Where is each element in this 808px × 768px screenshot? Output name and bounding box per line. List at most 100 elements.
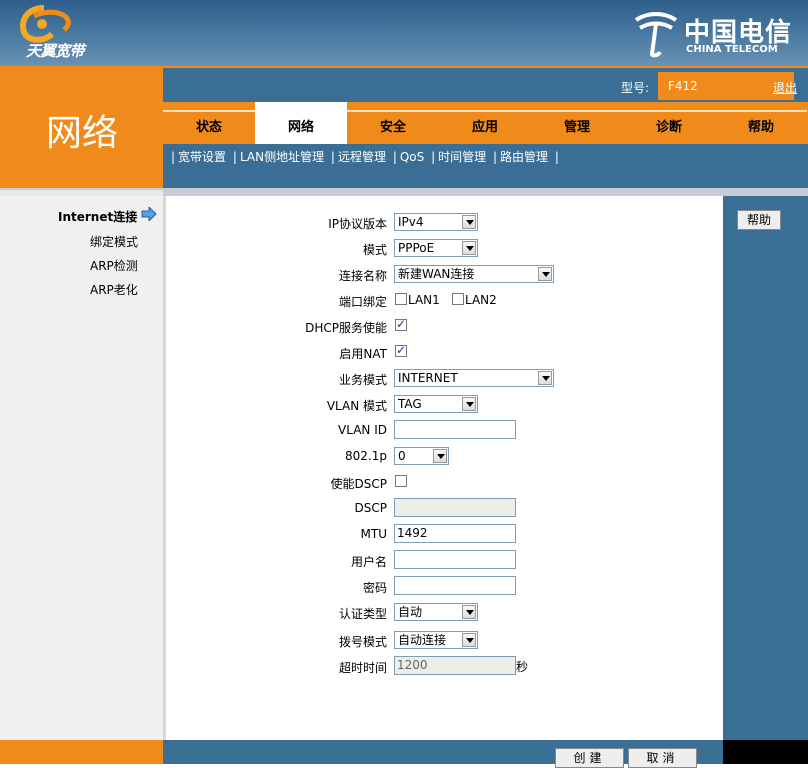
dhcp-checkbox[interactable] [395, 317, 407, 331]
dscp-input[interactable] [394, 498, 516, 517]
china-telecom-logo-icon [634, 12, 678, 58]
help-button[interactable]: 帮助 [737, 210, 781, 230]
ip-version-label: IP协议版本 [328, 217, 387, 231]
nat-label: 启用NAT [339, 347, 387, 361]
p8021-value: 0 [398, 449, 406, 463]
leftmenu-arp-aging[interactable]: ARP老化 [90, 281, 138, 298]
brand-left: 天翼宽带 [26, 42, 85, 60]
subnav-remote[interactable]: 远程管理 [338, 150, 386, 164]
tab-security[interactable]: 安全 [347, 110, 439, 144]
leftmenu-arp-detect[interactable]: ARP检测 [90, 257, 138, 274]
subnav-routing[interactable]: 路由管理 [500, 150, 548, 164]
tab-label: 帮助 [747, 120, 774, 135]
model-value: F412 [668, 79, 698, 93]
right-column [723, 196, 808, 740]
subnav-lan-address[interactable]: LAN侧地址管理 [240, 150, 324, 164]
timeout-label: 超时时间 [338, 661, 387, 675]
subnav-separator: | [431, 150, 436, 164]
lan1-label: LAN1 [408, 293, 440, 307]
tab-network[interactable]: 网络 [255, 102, 347, 144]
header: 天翼宽带 中国电信 CHINA TELECOM [0, 0, 808, 66]
subnav-qos[interactable]: QoS [400, 150, 424, 164]
tab-label: 安全 [379, 120, 406, 135]
footer-left [0, 740, 163, 764]
mtu-label: MTU [360, 527, 387, 541]
chevron-down-icon [433, 449, 447, 463]
port-bind-label: 端口绑定 [338, 295, 387, 309]
subnav-separator: | [232, 150, 237, 164]
password-input[interactable] [394, 576, 516, 595]
create-button[interactable]: 创建 [555, 748, 624, 768]
timeout-unit: 秒 [516, 660, 529, 674]
vlan-mode-value: TAG [398, 397, 422, 411]
ip-version-select[interactable]: IPv4 [394, 213, 478, 231]
dscp-enable-label: 使能DSCP [330, 477, 387, 491]
auth-type-value: 自动 [398, 605, 423, 619]
chevron-down-icon [462, 605, 476, 619]
dscp-enable-checkbox[interactable] [395, 475, 407, 487]
subnav-time[interactable]: 时间管理 [438, 150, 486, 164]
leftmenu-bind-mode[interactable]: 绑定模式 [90, 233, 138, 250]
chevron-down-icon [462, 241, 476, 255]
conn-name-select[interactable]: 新建WAN连接 [394, 265, 554, 283]
dial-mode-select[interactable]: 自动连接 [394, 631, 478, 649]
nat-checkbox[interactable] [395, 343, 407, 357]
lan2-checkbox[interactable] [452, 293, 464, 305]
subnav-separator: | [554, 150, 559, 164]
cancel-button[interactable]: 取消 [628, 748, 697, 768]
logout-link[interactable]: 退出 [773, 79, 797, 96]
tab-help[interactable]: 帮助 [715, 110, 807, 144]
p8021-select[interactable]: 0 [394, 447, 449, 465]
auth-type-select[interactable]: 自动 [394, 603, 478, 621]
subnav-separator: | [492, 150, 498, 164]
timeout-input[interactable]: 1200 [394, 656, 516, 675]
chevron-down-icon [538, 371, 552, 385]
tab-label: 诊断 [655, 120, 682, 135]
arrow-right-icon [141, 207, 157, 221]
model-label: 型号: [621, 81, 650, 95]
subnav: | 宽带设置 | LAN侧地址管理 | 远程管理 | QoS | 时间管理 | 路由管理 | [168, 148, 562, 165]
brand-right-en: CHINA TELECOM [686, 44, 778, 55]
main-nav: 状态 网络 安全 应用 管理 诊断 帮助 [163, 102, 808, 144]
password-label: 密码 [362, 581, 387, 595]
lan1-checkbox[interactable] [395, 293, 407, 305]
auth-type-label: 认证类型 [338, 607, 387, 621]
leftmenu-internet[interactable]: Internet连接 [58, 208, 137, 225]
tab-label: 网络 [287, 120, 314, 135]
chevron-down-icon [462, 215, 476, 229]
subnav-separator: | [330, 150, 335, 164]
vlan-mode-select[interactable]: TAG [394, 395, 478, 413]
mtu-input[interactable]: 1492 [394, 524, 516, 543]
tab-label: 应用 [471, 120, 498, 135]
tab-label: 管理 [563, 120, 590, 135]
ip-version-value: IPv4 [398, 215, 424, 229]
mode-value: PPPoE [398, 241, 435, 255]
username-label: 用户名 [350, 555, 387, 569]
vlan-mode-label: VLAN 模式 [326, 399, 387, 413]
tab-apps[interactable]: 应用 [439, 110, 531, 144]
service-mode-label: 业务模式 [338, 373, 387, 387]
mode-select[interactable]: PPPoE [394, 239, 478, 257]
conn-name-value: 新建WAN连接 [398, 267, 475, 281]
username-input[interactable] [394, 550, 516, 569]
dial-mode-value: 自动连接 [398, 633, 447, 647]
conn-name-label: 连接名称 [338, 269, 387, 283]
subnav-separator: | [171, 150, 176, 164]
chevron-down-icon [462, 633, 476, 647]
footer-right [723, 740, 808, 764]
dhcp-label: DHCP服务使能 [305, 321, 387, 335]
tab-management[interactable]: 管理 [531, 110, 623, 144]
tab-status[interactable]: 状态 [163, 110, 255, 144]
tab-diagnostics[interactable]: 诊断 [623, 110, 715, 144]
dial-mode-label: 拨号模式 [338, 635, 387, 649]
chevron-down-icon [538, 267, 552, 281]
dscp-label: DSCP [354, 501, 387, 515]
lan2-label: LAN2 [465, 293, 497, 307]
service-mode-value: INTERNET [398, 371, 458, 385]
subnav-broadband[interactable]: 宽带设置 [178, 150, 226, 164]
vlan-id-input[interactable] [394, 420, 516, 439]
section-title: 网络 [46, 113, 119, 154]
service-mode-select[interactable]: INTERNET [394, 369, 554, 387]
tab-label: 状态 [195, 120, 222, 135]
vlan-id-label: VLAN ID [338, 423, 387, 437]
